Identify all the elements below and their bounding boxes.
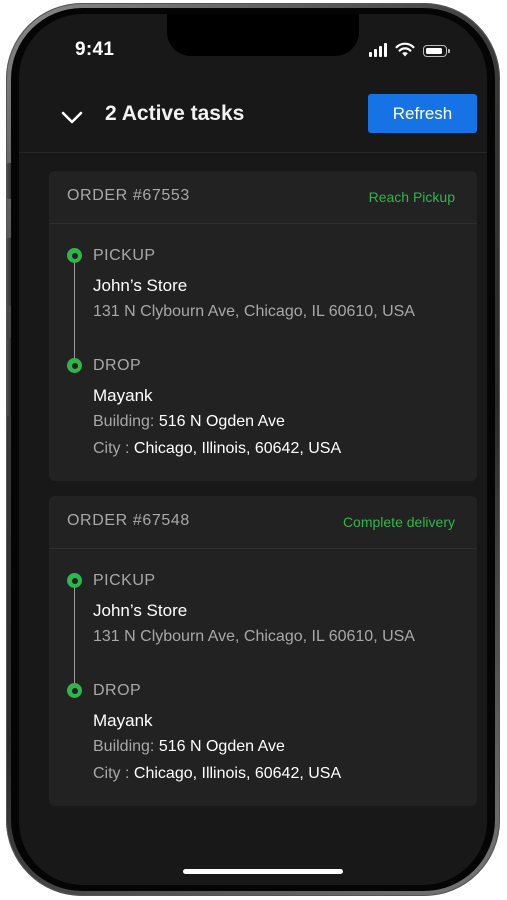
drop-building: Building: 516 N Ogden Ave [93, 738, 285, 756]
drop-city: City : Chicago, Illinois, 60642, USA [93, 440, 341, 458]
refresh-button[interactable]: Refresh [368, 94, 477, 133]
building-value: 516 N Ogden Ave [158, 413, 285, 430]
drop-label: DROP [93, 357, 142, 374]
pickup-name: John’s Store [93, 601, 188, 620]
drop-dot-icon [67, 358, 82, 373]
drop-building: Building: 516 N Ogden Ave [93, 413, 285, 431]
drop-city: City : Chicago, Illinois, 60642, USA [93, 765, 341, 783]
route-line [74, 256, 75, 366]
building-label: Building: [93, 738, 155, 755]
drop-label: DROP [93, 682, 142, 699]
pickup-address: 131 N Clybourn Ave, Chicago, IL 60610, U… [93, 628, 415, 645]
pickup-dot-icon [67, 248, 82, 263]
order-card[interactable]: ORDER #67553 Reach Pickup PICKUP John’s … [49, 171, 477, 481]
building-value: 516 N Ogden Ave [158, 738, 285, 755]
battery-icon [423, 45, 450, 57]
order-status-link[interactable]: Reach Pickup [369, 189, 455, 205]
notch [167, 14, 359, 56]
order-status-link[interactable]: Complete delivery [343, 514, 455, 530]
pickup-address: 131 N Clybourn Ave, Chicago, IL 60610, U… [93, 303, 415, 320]
route-line [74, 581, 75, 691]
phone-frame: 9:41 2 Active tasks Refresh ORDER #67553… [6, 3, 500, 896]
drop-name: Mayank [93, 711, 153, 730]
building-label: Building: [93, 413, 155, 430]
cellular-signal-icon [369, 43, 387, 57]
city-value: Chicago, Illinois, 60642, USA [133, 765, 342, 782]
order-card[interactable]: ORDER #67548 Complete delivery PICKUP Jo… [49, 496, 477, 806]
city-label: City : [93, 440, 130, 457]
app-screen: 9:41 2 Active tasks Refresh ORDER #67553… [19, 14, 487, 885]
wifi-icon [395, 42, 415, 57]
pickup-dot-icon [67, 573, 82, 588]
pickup-name: John’s Store [93, 276, 188, 295]
status-time: 9:41 [75, 39, 115, 60]
pickup-label: PICKUP [93, 572, 156, 589]
chevron-down-icon[interactable] [59, 104, 85, 130]
order-card-header: ORDER #67553 Reach Pickup [49, 171, 477, 224]
city-label: City : [93, 765, 130, 782]
app-header: 2 Active tasks Refresh [19, 92, 487, 153]
page-title: 2 Active tasks [105, 102, 245, 125]
pickup-label: PICKUP [93, 247, 156, 264]
drop-name: Mayank [93, 386, 153, 405]
home-indicator[interactable] [183, 869, 343, 874]
order-id: ORDER #67548 [67, 512, 190, 529]
city-value: Chicago, Illinois, 60642, USA [133, 440, 342, 457]
status-icons [369, 42, 450, 57]
order-id: ORDER #67553 [67, 187, 190, 204]
order-card-header: ORDER #67548 Complete delivery [49, 496, 477, 549]
drop-dot-icon [67, 683, 82, 698]
